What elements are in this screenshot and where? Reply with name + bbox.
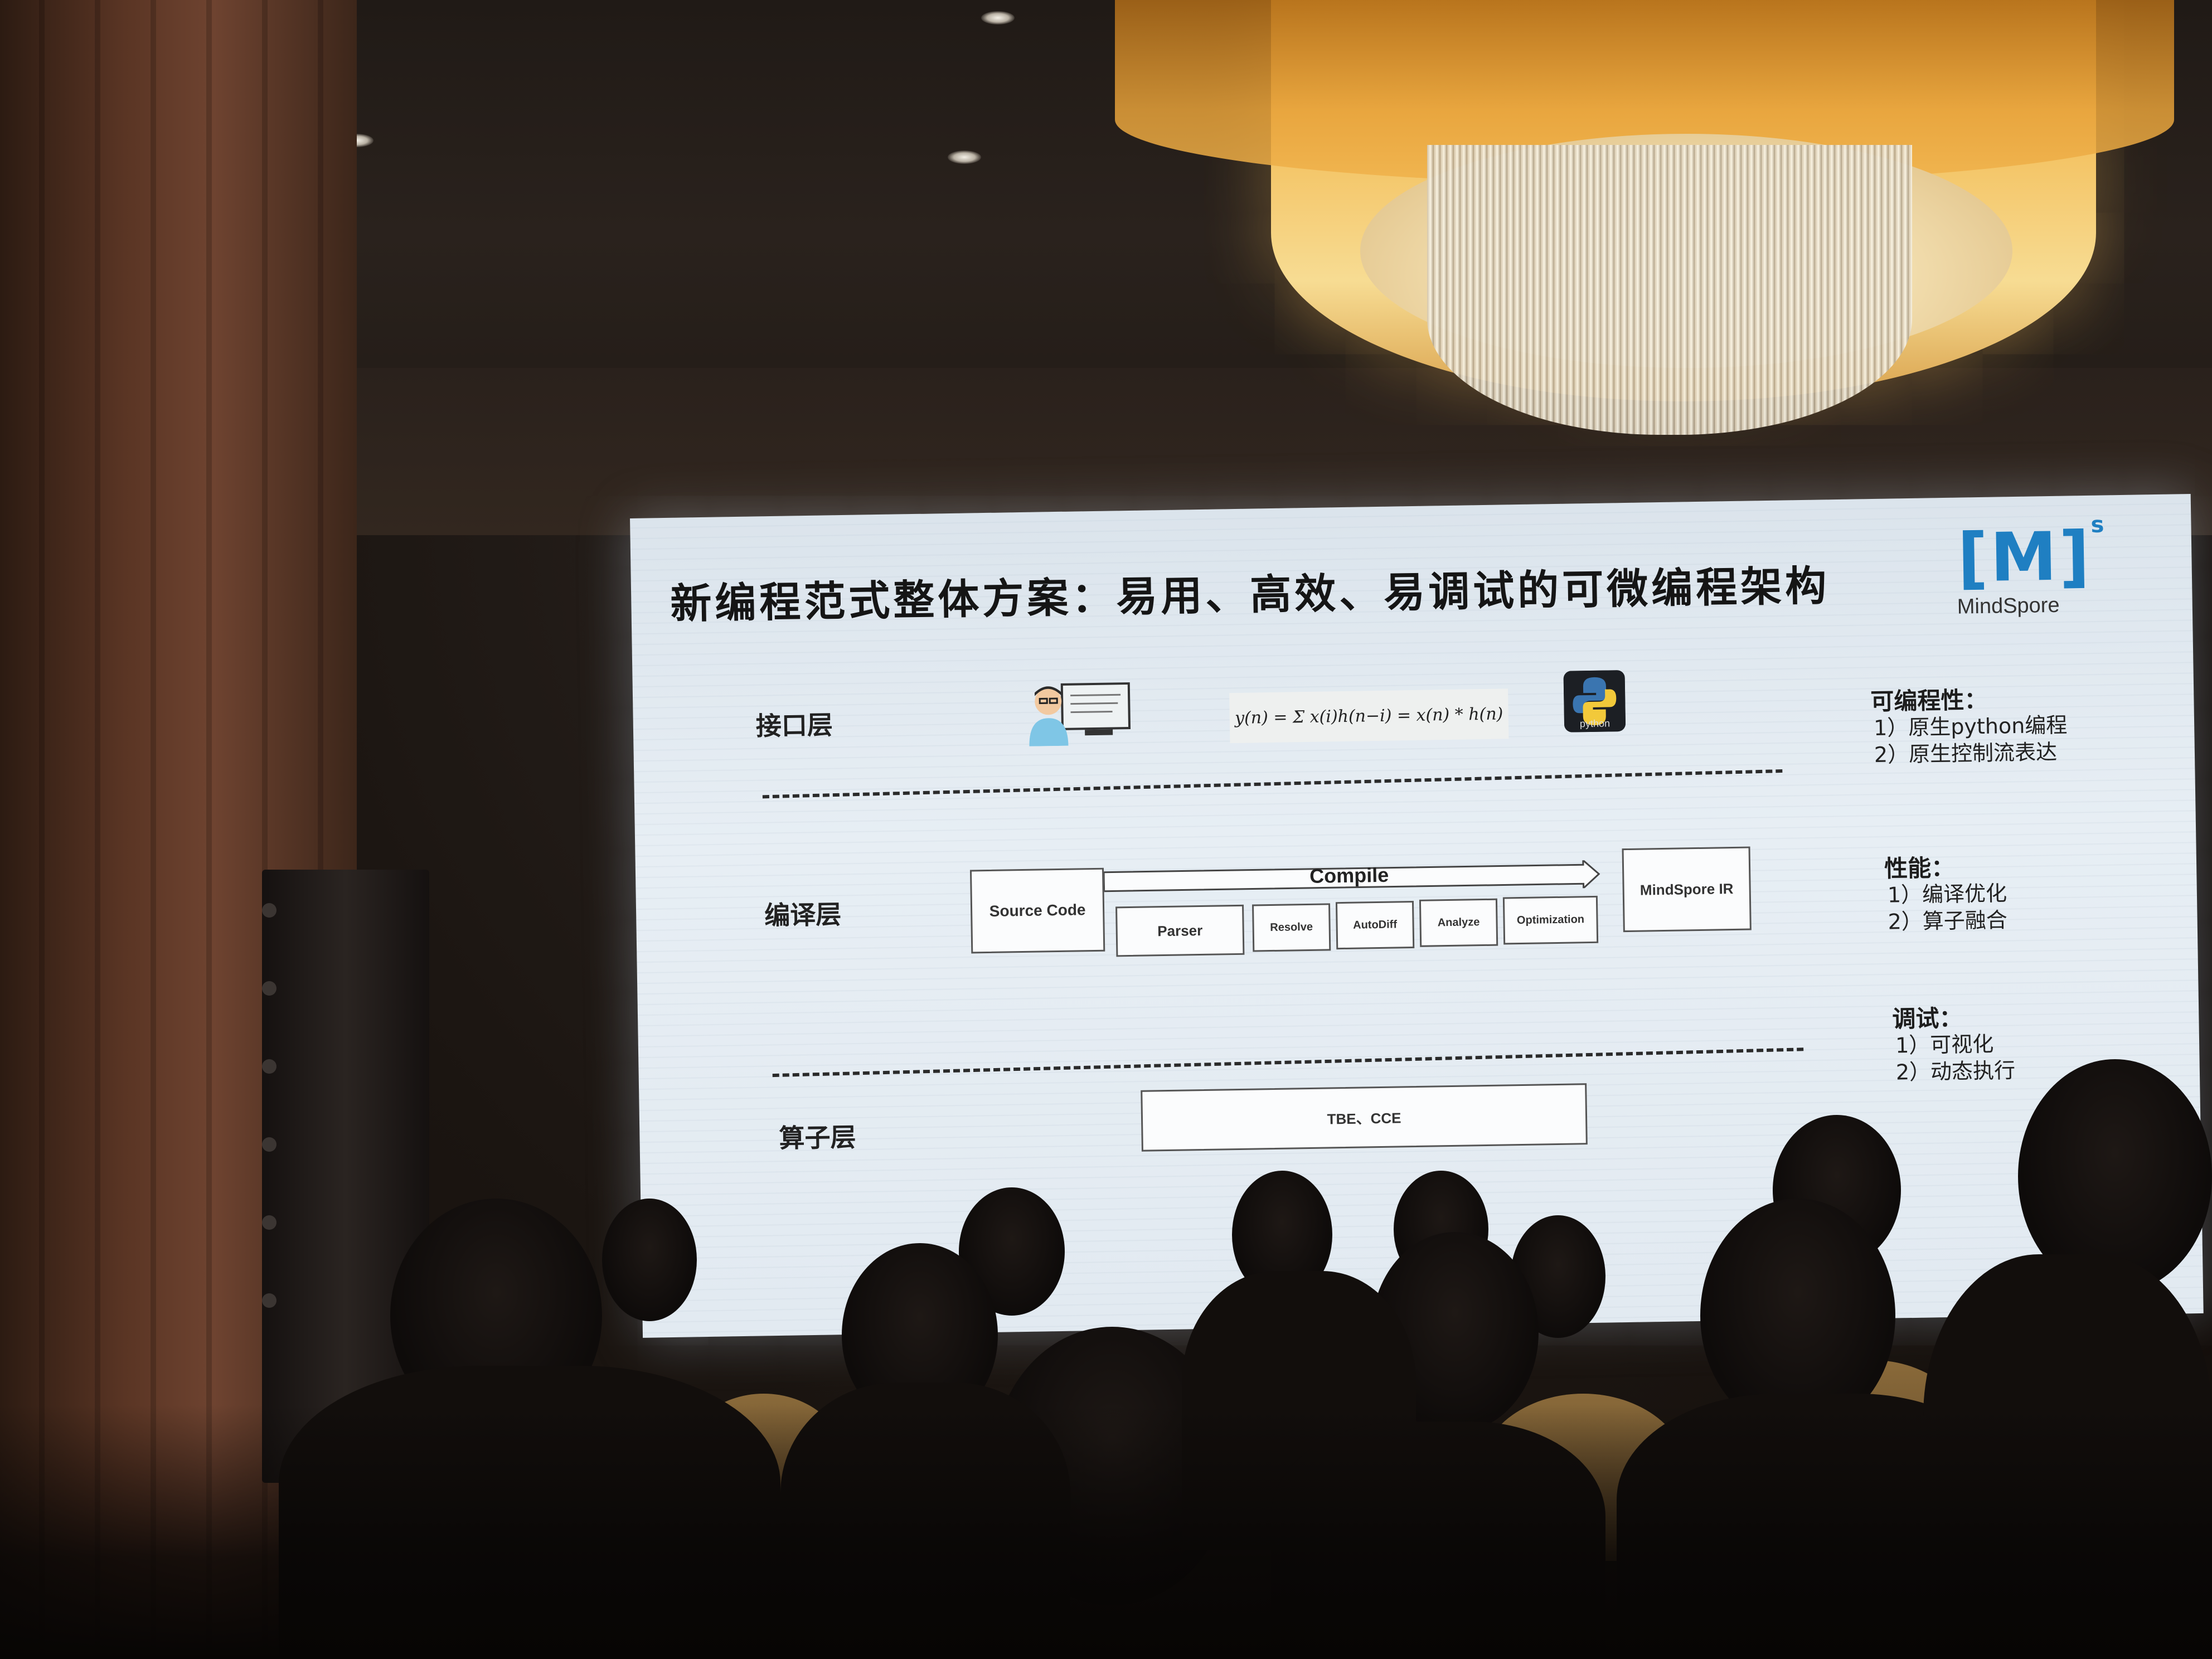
mindspore-logo: [M] [1957, 517, 2093, 598]
chandelier [1115, 0, 2174, 446]
mindspore-ir-box: MindSpore IR [1622, 846, 1752, 933]
ceiling-light [948, 151, 981, 164]
compile-step-resolve: Resolve [1252, 903, 1331, 952]
compile-label: Compile [1309, 863, 1389, 887]
note-performance-item: 2）算子融合 [1888, 908, 2008, 934]
mindspore-logo-name: MindSpore [1957, 593, 2060, 619]
layer-label-operator: 算子层 [779, 1122, 856, 1153]
note-programmability-item: 2）原生控制流表达 [1874, 739, 2058, 767]
compile-step-autodiff: AutoDiff [1335, 901, 1415, 950]
source-code-box: Source Code [969, 867, 1105, 954]
convolution-formula: y(n) = Σ x(i)h(n−i) = x(n) * h(n) [1229, 688, 1509, 744]
audience-head [602, 1199, 697, 1321]
layer-label-interface: 接口层 [755, 710, 833, 741]
layer-label-compile: 编译层 [764, 899, 842, 931]
compile-step-analyze: Analyze [1419, 898, 1498, 947]
ceiling-light [981, 11, 1015, 25]
chandelier-crystals [1427, 145, 1912, 435]
python-logo-label: python [1579, 717, 1611, 730]
programmer-icon [1029, 682, 1131, 746]
compile-step-optimization: Optimization [1502, 895, 1599, 945]
mindspore-logo-superscript: s [2090, 512, 2104, 538]
conference-room: 新编程范式整体方案：易用、高效、易调试的可微编程架构 [M] s MindSpo… [0, 0, 2212, 1659]
foreground-shadow [0, 1405, 2212, 1659]
note-debug-item: 2）动态执行 [1895, 1058, 2016, 1085]
compile-step-parser: Parser [1115, 904, 1245, 957]
operator-box: TBE、CCE [1141, 1083, 1588, 1152]
